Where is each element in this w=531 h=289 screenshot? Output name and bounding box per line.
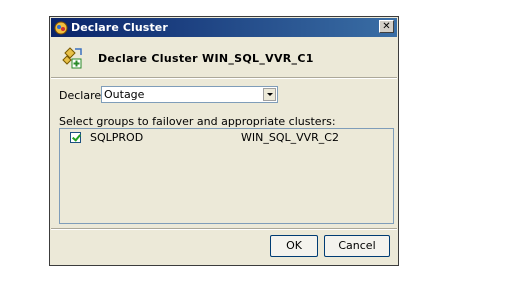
close-button[interactable]: ✕ (379, 20, 394, 33)
declare-dropdown[interactable]: Outage (101, 86, 278, 103)
groups-label: Select groups to failover and appropriat… (59, 115, 336, 128)
list-item[interactable]: SQLPROD WIN_SQL_VVR_C2 (60, 130, 393, 144)
group-checkbox[interactable] (70, 132, 81, 143)
groups-list[interactable]: SQLPROD WIN_SQL_VVR_C2 (59, 128, 394, 224)
group-cluster: WIN_SQL_VVR_C2 (241, 131, 339, 144)
divider (51, 228, 397, 230)
header-title: Declare Cluster WIN_SQL_VVR_C1 (98, 52, 314, 65)
dialog-header: Declare Cluster WIN_SQL_VVR_C1 (51, 38, 397, 78)
ok-button[interactable]: OK (270, 235, 318, 257)
cluster-declare-icon (61, 47, 83, 69)
group-name: SQLPROD (90, 131, 144, 144)
cancel-button[interactable]: Cancel (324, 235, 390, 257)
window-title: Declare Cluster (71, 21, 168, 34)
declare-cluster-dialog: Declare Cluster ✕ Declare Cluster WIN_SQ… (49, 16, 399, 266)
chevron-down-icon[interactable] (263, 88, 276, 101)
close-icon: ✕ (382, 21, 391, 32)
declare-selected-value: Outage (104, 88, 145, 101)
declare-label: Declare (59, 89, 102, 102)
title-bar[interactable]: Declare Cluster ✕ (51, 18, 397, 37)
cluster-icon (54, 21, 68, 35)
